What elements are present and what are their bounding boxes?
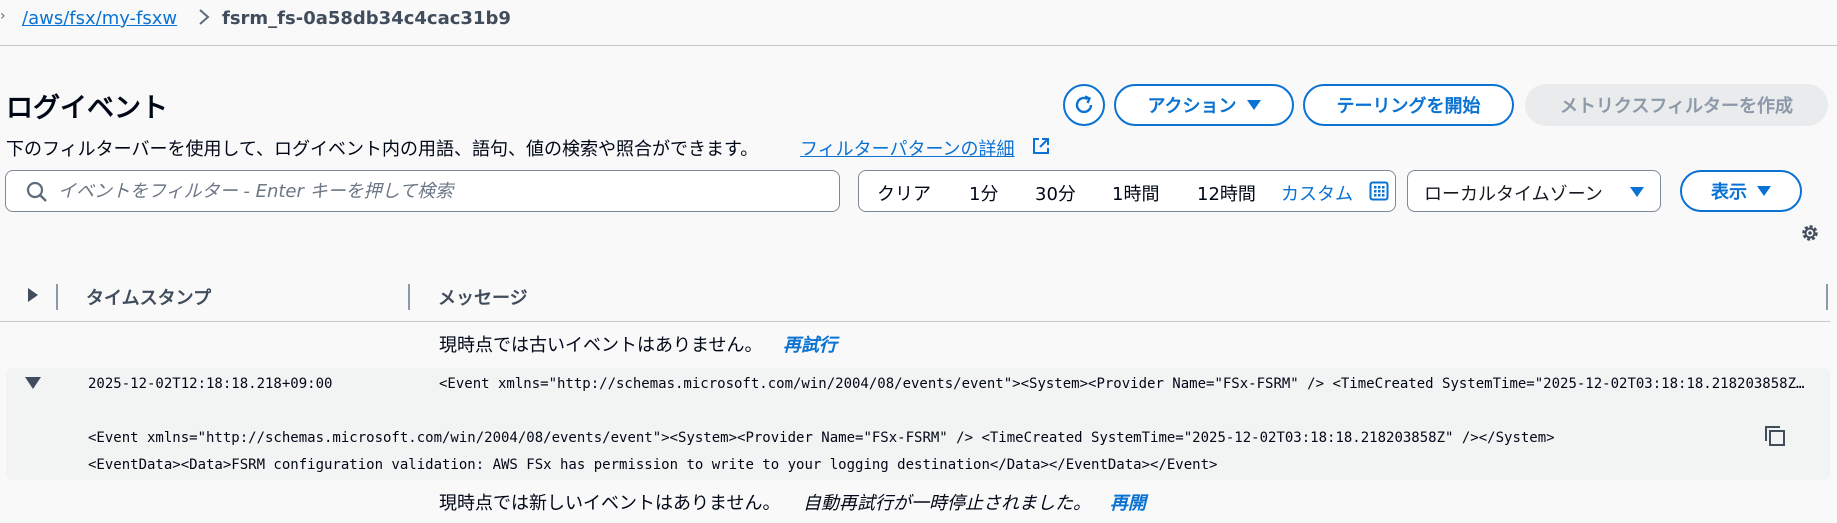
older-events-notice: 現時点では古いイベントはありません。 (439, 335, 763, 356)
column-header-message[interactable]: メッセージ (438, 284, 528, 310)
search-icon (26, 181, 47, 202)
caret-down-icon (1246, 100, 1261, 110)
retry-link[interactable]: 再試行 (783, 331, 837, 357)
breadcrumb-lead: › (0, 8, 6, 24)
chevron-right-icon (199, 9, 210, 25)
table-header: タイムスタンプ メッセージ (0, 272, 1830, 322)
refresh-button[interactable] (1063, 84, 1105, 126)
page-title: ログイベント (6, 93, 168, 124)
create-metric-filter-button[interactable]: メトリクスフィルターを作成 (1525, 84, 1828, 126)
copy-icon[interactable] (1763, 424, 1787, 448)
create-metric-filter-label: メトリクスフィルターを作成 (1559, 96, 1794, 117)
event-timestamp: 2025-12-02T12:18:18.218+09:00 (88, 376, 333, 392)
filter-search-box[interactable] (5, 170, 840, 212)
caret-down-icon (1757, 186, 1771, 196)
column-divider[interactable] (1826, 284, 1828, 310)
filter-search-input[interactable] (58, 177, 828, 205)
start-tailing-label: テーリングを開始 (1336, 96, 1481, 117)
column-header-timestamp[interactable]: タイムスタンプ (86, 284, 211, 310)
range-1hour[interactable]: 1時間 (1112, 180, 1159, 206)
auto-retry-paused-text: 自動再試行が一時停止されました。 (803, 493, 1091, 514)
view-button-label: 表示 (1711, 182, 1747, 203)
range-12hours[interactable]: 12時間 (1197, 180, 1256, 206)
expand-all-icon[interactable] (26, 287, 40, 303)
actions-button-label: アクション (1147, 96, 1237, 117)
breadcrumb-current: fsrm_fs-0a58db34c4cac31b9 (222, 8, 511, 29)
timezone-select[interactable]: ローカルタイムゾーン (1407, 170, 1661, 212)
event-detail-line: <EventData><Data>FSRM configuration vali… (88, 457, 1218, 473)
actions-button[interactable]: アクション (1114, 84, 1294, 126)
calendar-icon[interactable] (1369, 181, 1389, 201)
range-custom[interactable]: カスタム (1281, 180, 1353, 206)
start-tailing-button[interactable]: テーリングを開始 (1303, 84, 1514, 126)
caret-down-icon (1630, 187, 1644, 197)
range-30min[interactable]: 30分 (1035, 180, 1076, 206)
page-description: 下のフィルターバーを使用して、ログイベント内の用語、語句、値の検索や照合ができま… (6, 139, 759, 160)
external-link-icon[interactable] (1031, 136, 1051, 156)
newer-events-notice: 現時点では新しいイベントはありません。 (439, 493, 781, 514)
event-detail-line: <Event xmlns="http://schemas.microsoft.c… (88, 430, 1555, 446)
event-message: <Event xmlns="http://schemas.microsoft.c… (439, 376, 1809, 392)
gear-icon[interactable] (1799, 222, 1821, 244)
breadcrumb: › /aws/fsx/my-fsxw fsrm_fs-0a58db34c4cac… (0, 0, 1837, 46)
collapse-row-icon[interactable] (25, 376, 41, 390)
refresh-icon (1075, 95, 1093, 114)
view-button[interactable]: 表示 (1680, 170, 1802, 212)
column-divider[interactable] (56, 284, 58, 310)
timezone-value: ローカルタイムゾーン (1424, 184, 1603, 205)
column-divider[interactable] (408, 284, 410, 310)
table-row[interactable]: 2025-12-02T12:18:18.218+09:00 <Event xml… (6, 368, 1830, 480)
filter-pattern-details-link[interactable]: フィルターパターンの詳細 (800, 135, 1015, 161)
breadcrumb-log-group-link[interactable]: /aws/fsx/my-fsxw (22, 8, 177, 29)
resume-link[interactable]: 再開 (1110, 489, 1146, 515)
range-1min[interactable]: 1分 (969, 180, 998, 206)
time-range-selector: クリア 1分 30分 1時間 12時間 カスタム (858, 170, 1396, 212)
range-clear[interactable]: クリア (877, 180, 931, 206)
